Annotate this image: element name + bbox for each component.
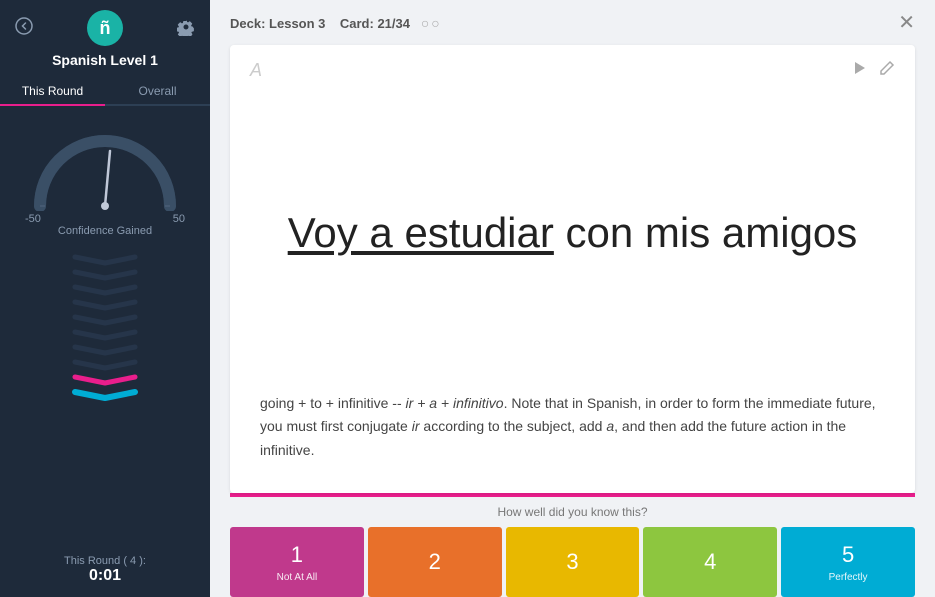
loading-indicator: ○○ xyxy=(421,15,442,31)
card-side-indicator: A xyxy=(250,60,262,81)
chevron-row-active-blue xyxy=(70,387,140,401)
gauge-labels: -50 50 xyxy=(25,213,185,225)
chevron-item xyxy=(70,357,140,371)
sidebar-header: ñ xyxy=(0,10,210,46)
chevron-item xyxy=(70,312,140,326)
close-button[interactable]: ✕ xyxy=(898,10,915,35)
chevron-item xyxy=(70,282,140,296)
course-title: Spanish Level 1 xyxy=(52,52,158,68)
rating-button-5[interactable]: 5 Perfectly xyxy=(781,527,915,597)
main-content: Deck: Lesson 3 Card: 21/34 ○○ ✕ A xyxy=(210,0,935,597)
rating-button-1[interactable]: 1 Not At All xyxy=(230,527,364,597)
rating-question: How well did you know this? xyxy=(230,505,915,519)
confidence-gauge xyxy=(25,121,185,211)
round-stats: This Round ( 4 ): 0:01 xyxy=(64,547,146,597)
chevron-row xyxy=(70,297,140,311)
confidence-label: Confidence Gained xyxy=(58,225,152,237)
chevron-item xyxy=(70,267,140,281)
chevron-row xyxy=(70,342,140,356)
chevron-item xyxy=(70,327,140,341)
card-area: A Voy a estudiar con mis amigos going + … xyxy=(210,45,935,493)
chevron-active-blue xyxy=(70,387,140,401)
card-explanation: going + to + infinitive -- ir + a + infi… xyxy=(260,392,885,473)
chevron-row xyxy=(70,267,140,281)
chevron-row xyxy=(70,357,140,371)
rating-button-3[interactable]: 3 xyxy=(506,527,640,597)
play-audio-button[interactable] xyxy=(851,60,867,81)
rating-label-1: Not At All xyxy=(277,572,318,583)
chevron-row xyxy=(70,252,140,266)
card-progress: 21/34 xyxy=(377,16,410,31)
card-label: Card: xyxy=(340,16,374,31)
rating-buttons: 1 Not At All 2 3 4 5 Perfectly xyxy=(230,527,915,597)
chevron-row xyxy=(70,312,140,326)
top-bar: Deck: Lesson 3 Card: 21/34 ○○ ✕ xyxy=(210,0,935,45)
timer-display: 0:01 xyxy=(64,567,146,585)
flashcard: A Voy a estudiar con mis amigos going + … xyxy=(230,45,915,493)
card-text-underlined: Voy a estudiar xyxy=(288,209,554,256)
deck-name: Lesson 3 xyxy=(269,16,325,31)
app-logo: ñ xyxy=(87,10,123,46)
chevron-row-active-pink xyxy=(70,372,140,386)
chevron-item xyxy=(70,342,140,356)
rating-section: How well did you know this? 1 Not At All… xyxy=(210,497,935,597)
card-actions xyxy=(851,60,895,81)
chevron-row xyxy=(70,282,140,296)
chevron-item xyxy=(70,297,140,311)
rating-button-2[interactable]: 2 xyxy=(368,527,502,597)
deck-label: Deck: xyxy=(230,16,265,31)
chevrons-stack xyxy=(70,252,140,547)
chevron-active-pink xyxy=(70,372,140,386)
chevron-item xyxy=(70,252,140,266)
card-sentence: Voy a estudiar con mis amigos xyxy=(260,65,885,392)
tab-overall[interactable]: Overall xyxy=(105,78,210,104)
settings-button[interactable] xyxy=(177,18,195,39)
rating-label-5: Perfectly xyxy=(829,572,868,583)
rating-button-4[interactable]: 4 xyxy=(643,527,777,597)
tab-this-round[interactable]: This Round xyxy=(0,78,105,104)
sidebar: ñ Spanish Level 1 This Round Overall xyxy=(0,0,210,597)
deck-info: Deck: Lesson 3 Card: 21/34 ○○ xyxy=(230,15,442,31)
edit-card-button[interactable] xyxy=(879,60,895,81)
card-text-rest: con mis amigos xyxy=(554,209,857,256)
round-label: This Round ( 4 ): xyxy=(64,555,146,567)
tabs-row: This Round Overall xyxy=(0,78,210,106)
back-button[interactable] xyxy=(15,17,33,40)
chevron-row xyxy=(70,327,140,341)
